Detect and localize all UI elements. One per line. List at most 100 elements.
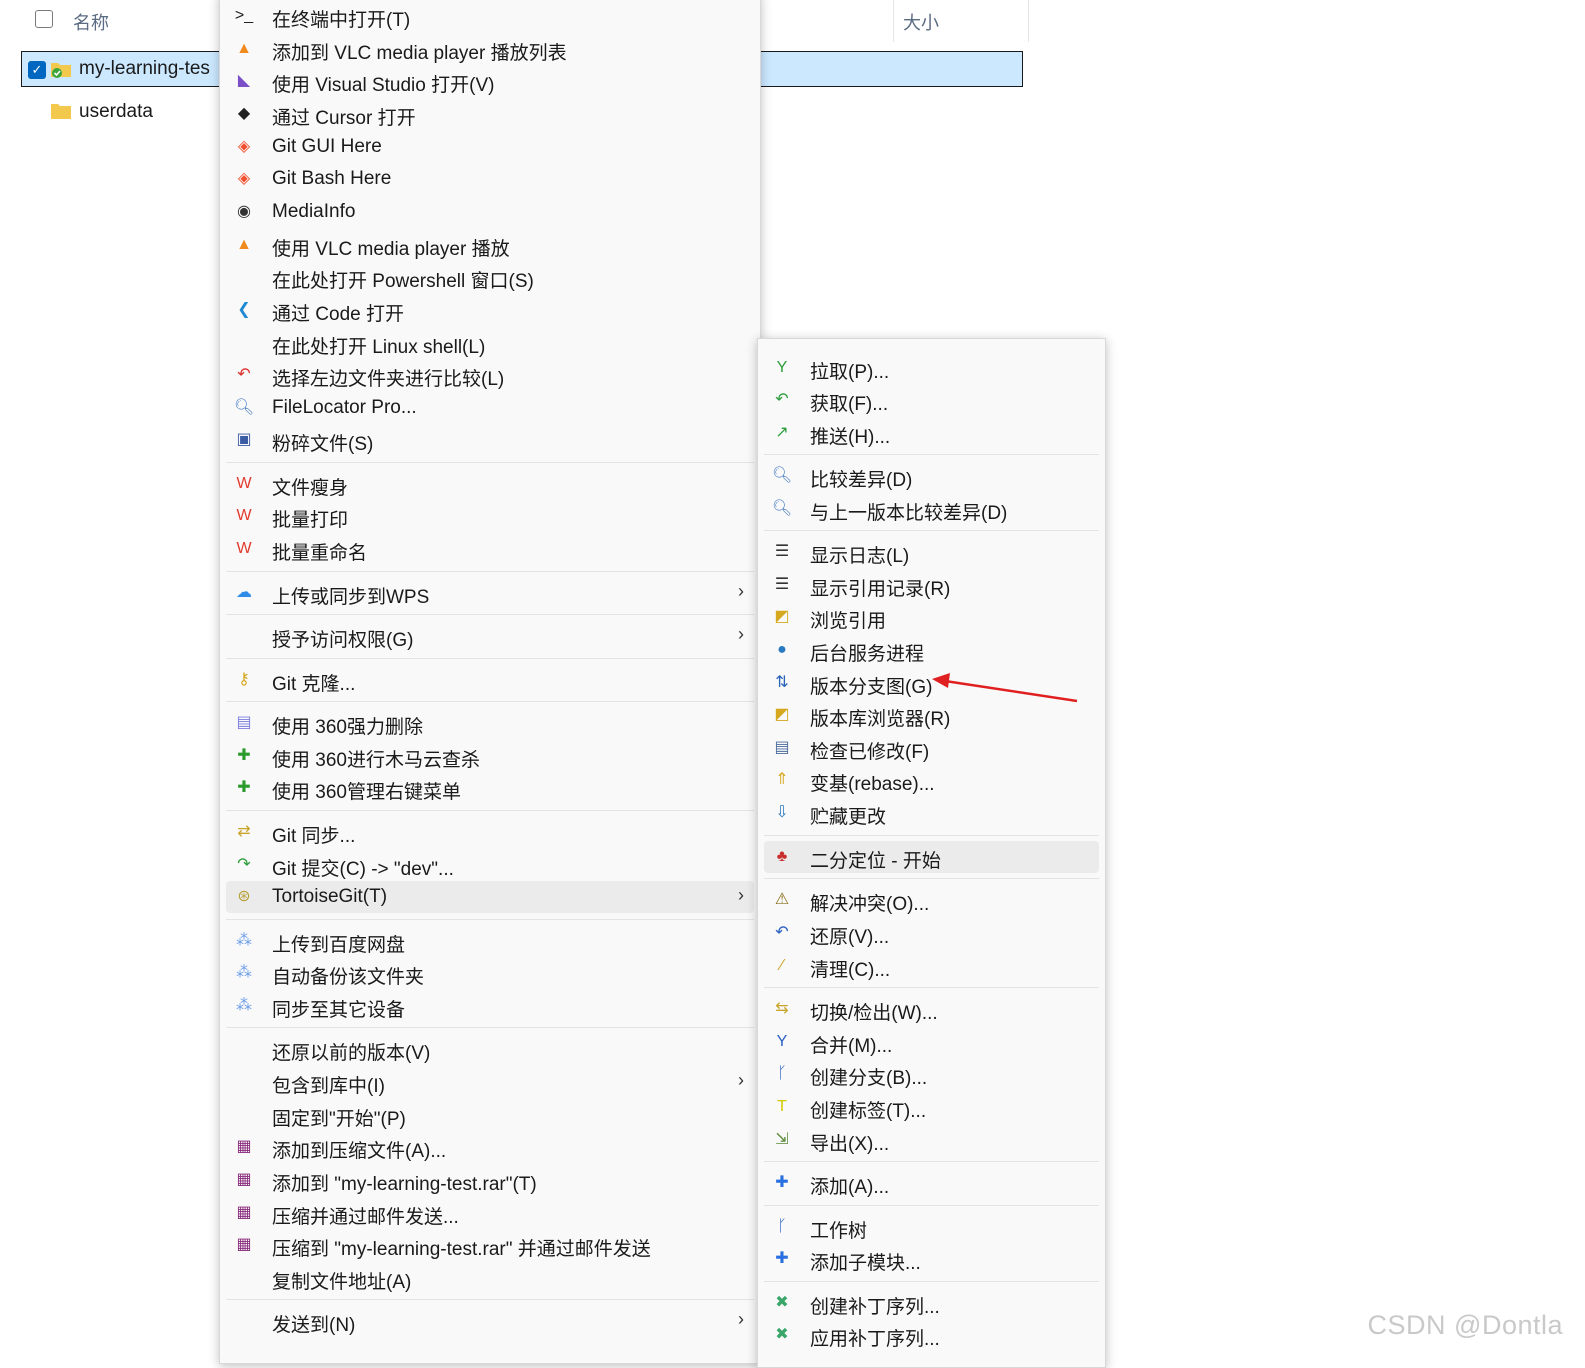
main-menu-item[interactable]: 复制文件地址(A) (226, 1262, 754, 1294)
menu-separator (226, 614, 754, 615)
baidu-icon: ⁂ (236, 964, 252, 981)
diff-icon: 🔍︎ (771, 500, 793, 517)
main-menu-item[interactable]: ▲ 使用 VLC media player 播放 (226, 229, 754, 261)
main-menu-item[interactable]: 🔍︎ FileLocator Pro... (226, 392, 754, 424)
menu-item-label: FileLocator Pro... (272, 397, 417, 418)
main-menu-item[interactable]: 在此处打开 Powershell 窗口(S) (226, 261, 754, 293)
main-menu-item[interactable]: ▦ 添加到 "my-learning-test.rar"(T) (226, 1164, 754, 1196)
menu-item-label: 贮藏更改 (810, 807, 887, 828)
main-menu-item[interactable]: ⁂ 上传到百度网盘 (226, 925, 754, 957)
worktree-icon: ᚴ (777, 1218, 787, 1235)
main-menu-item[interactable]: ▲ 添加到 VLC media player 播放列表 (226, 33, 754, 65)
column-divider[interactable] (893, 0, 894, 42)
vlc-icon: ▲ (236, 236, 252, 253)
main-menu-item[interactable]: 固定到"开始"(P) (226, 1099, 754, 1131)
menu-item-label: 上传或同步到WPS (272, 587, 430, 608)
sub-menu-item[interactable]: ✚ 添加子模块... (764, 1243, 1099, 1275)
main-menu-item[interactable]: 发送到(N) › (226, 1305, 754, 1337)
main-menu-item[interactable]: W 文件瘦身 (226, 468, 754, 500)
menu-item-label: 包含到库中(I) (272, 1076, 385, 1097)
main-menu-item[interactable]: ↶ 选择左边文件夹进行比较(L) (226, 359, 754, 391)
sub-menu-item[interactable]: ✖ 应用补丁序列... (764, 1319, 1099, 1351)
main-menu-item[interactable]: 授予访问权限(G) › (226, 620, 754, 652)
menu-item-label: 通过 Code 打开 (272, 304, 404, 325)
select-all-checkbox[interactable] (35, 10, 53, 28)
sub-menu-item[interactable]: ᚴ 工作树 (764, 1211, 1099, 1243)
main-menu-item[interactable]: ⇄ Git 同步... (226, 816, 754, 848)
sub-menu-item[interactable]: ⇆ 切换/检出(W)... (764, 993, 1099, 1025)
sub-menu-item[interactable]: ✖ 创建补丁序列... (764, 1287, 1099, 1319)
main-menu-item[interactable]: ◈ Git GUI Here (226, 131, 754, 163)
sub-menu-item[interactable]: ᚴ 创建分支(B)... (764, 1058, 1099, 1090)
sub-menu-item[interactable]: ↗ 推送(H)... (764, 417, 1099, 449)
tortoise-icon: ⊛ (237, 888, 251, 905)
menu-item-label: 使用 360进行木马云查杀 (272, 750, 480, 771)
sub-menu-item[interactable]: ☰ 显示引用记录(R) (764, 569, 1099, 601)
main-menu-item[interactable]: 还原以前的版本(V) (226, 1033, 754, 1065)
main-menu-item[interactable]: ◆ 通过 Cursor 打开 (226, 98, 754, 130)
menu-item-label: 比较差异(D) (810, 470, 913, 491)
sub-menu-item[interactable]: ☰ 显示日志(L) (764, 536, 1099, 568)
sub-menu-item[interactable]: ◩ 浏览引用 (764, 601, 1099, 633)
menu-item-label: TortoiseGit(T) (272, 886, 388, 907)
column-size-header[interactable]: 大小 (903, 9, 939, 35)
row-checkbox-checked[interactable]: ✓ (28, 61, 46, 79)
main-menu-item[interactable]: 包含到库中(I) › (226, 1066, 754, 1098)
menu-item-label: 版本库浏览器(R) (810, 709, 951, 730)
main-menu-item[interactable]: ⊛ TortoiseGit(T) › (226, 881, 754, 913)
menu-item-label: 版本分支图(G) (810, 677, 933, 698)
sub-menu-item[interactable]: ↶ 还原(V)... (764, 917, 1099, 949)
sub-menu-item[interactable]: 🔍︎ 与上一版本比较差异(D) (764, 493, 1099, 525)
main-menu-item[interactable]: W 批量重命名 (226, 533, 754, 565)
menu-item-label: 压缩到 "my-learning-test.rar" 并通过邮件发送 (272, 1239, 651, 1260)
main-menu-item[interactable]: ◉ MediaInfo (226, 196, 754, 228)
column-name-header[interactable]: 名称 (73, 9, 109, 35)
main-menu-item[interactable]: ▣ 粉碎文件(S) (226, 424, 754, 456)
menu-item-label: 后台服务进程 (810, 644, 925, 665)
baidu-icon: ⁂ (236, 997, 252, 1014)
sub-menu-item[interactable]: ⚠ 解决冲突(O)... (764, 884, 1099, 916)
sub-menu-item[interactable]: ↶ 获取(F)... (764, 384, 1099, 416)
main-menu-item[interactable]: ❮ 通过 Code 打开 (226, 294, 754, 326)
file-name[interactable]: my-learning-tes (79, 58, 210, 80)
menu-item-label: 通过 Cursor 打开 (272, 108, 416, 129)
chevron-right-icon: › (738, 624, 744, 644)
main-menu-item[interactable]: 在此处打开 Linux shell(L) (226, 327, 754, 359)
sub-menu-item[interactable]: Y 合并(M)... (764, 1026, 1099, 1058)
sub-menu-item[interactable]: ⇲ 导出(X)... (764, 1124, 1099, 1156)
sub-menu-item[interactable]: ● 后台服务进程 (764, 634, 1099, 666)
sub-menu-item[interactable]: ♣ 二分定位 - 开始 (764, 841, 1099, 873)
main-menu-item[interactable]: ☁ 上传或同步到WPS › (226, 577, 754, 609)
main-menu-item[interactable]: W 批量打印 (226, 500, 754, 532)
main-menu-item[interactable]: ✚ 使用 360管理右键菜单 (226, 772, 754, 804)
sub-menu-item[interactable]: T 创建标签(T)... (764, 1091, 1099, 1123)
main-menu-item[interactable]: ⚷ Git 克隆... (226, 664, 754, 696)
main-menu-item[interactable]: ▤ 使用 360强力删除 (226, 707, 754, 739)
sub-menu-item[interactable]: ⁄ 清理(C)... (764, 950, 1099, 982)
main-menu-item[interactable]: ▦ 添加到压缩文件(A)... (226, 1131, 754, 1163)
sub-menu-item[interactable]: ◩ 版本库浏览器(R) (764, 699, 1099, 731)
main-menu-item[interactable]: ⁂ 自动备份该文件夹 (226, 957, 754, 989)
main-menu-item[interactable]: ⁂ 同步至其它设备 (226, 990, 754, 1022)
sub-menu-item[interactable]: ✚ 添加(A)... (764, 1167, 1099, 1199)
revision-graph-icon: ⇅ (775, 674, 789, 691)
sub-menu-item[interactable]: ▤ 检查已修改(F) (764, 732, 1099, 764)
main-menu-item[interactable]: ◈ Git Bash Here (226, 163, 754, 195)
main-menu-item[interactable]: ✚ 使用 360进行木马云查杀 (226, 740, 754, 772)
sub-menu-item[interactable]: ⇅ 版本分支图(G) (764, 667, 1099, 699)
main-menu-item[interactable]: >_ 在终端中打开(T) (226, 0, 754, 32)
refs-icon: ◩ (774, 608, 790, 625)
sub-menu-item[interactable]: ⇑ 变基(rebase)... (764, 764, 1099, 796)
menu-item-label: 批量打印 (272, 510, 349, 531)
main-menu-item[interactable]: ▦ 压缩并通过邮件发送... (226, 1197, 754, 1229)
sub-menu-item[interactable]: 🔍︎ 比较差异(D) (764, 460, 1099, 492)
column-divider[interactable] (1028, 0, 1029, 42)
wps-icon: W (236, 475, 252, 492)
plus-360-icon: ✚ (237, 779, 251, 796)
main-menu-item[interactable]: ↷ Git 提交(C) -> "dev"... (226, 849, 754, 881)
sub-menu-item[interactable]: ⇩ 贮藏更改 (764, 797, 1099, 829)
file-name[interactable]: userdata (79, 101, 153, 123)
sub-menu-item[interactable]: Y 拉取(P)... (764, 352, 1099, 384)
main-menu-item[interactable]: ▦ 压缩到 "my-learning-test.rar" 并通过邮件发送 (226, 1229, 754, 1261)
main-menu-item[interactable]: ◣ 使用 Visual Studio 打开(V) (226, 65, 754, 97)
